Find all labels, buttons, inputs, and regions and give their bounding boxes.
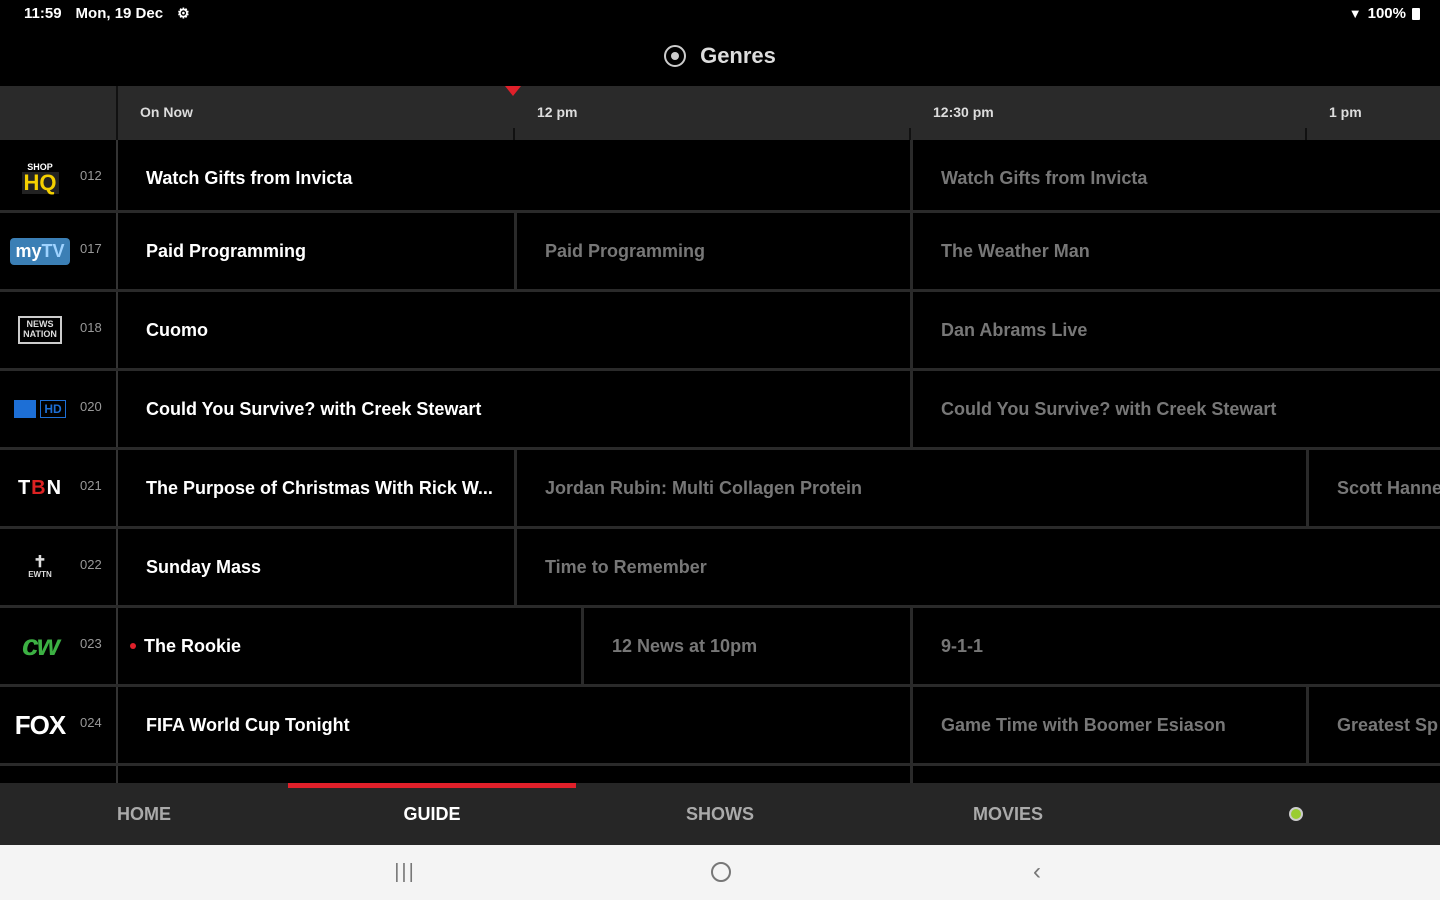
channel-number: 018	[80, 320, 102, 335]
channel-number: 022	[80, 557, 102, 572]
channel-row: ✝ EWTN 022 Sunday Mass Time to Remember	[0, 529, 1440, 605]
genres-icon[interactable]	[664, 45, 687, 67]
program-cell[interactable]: Watch Gifts from Invicta	[910, 140, 1440, 216]
program-cell[interactable]: Cuomo	[118, 292, 910, 368]
channel-logo-cw: cw	[21, 629, 60, 662]
tab-movies[interactable]: MOVIES	[864, 783, 1152, 845]
channel-number: 021	[80, 478, 102, 493]
channel-cell[interactable]: myTV 017	[0, 213, 118, 289]
channel-cell[interactable]: HD 020	[0, 371, 118, 447]
page-title[interactable]: Genres	[700, 43, 776, 69]
channel-row: cw 023 The Rookie 12 News at 10pm 9-1-1	[0, 608, 1440, 684]
channel-logo-hd: HD	[10, 387, 70, 431]
guide-grid: SHOP HQ 012 Watch Gifts from Invicta Wat…	[0, 140, 1440, 784]
tab-profile[interactable]	[1152, 783, 1440, 845]
tab-home[interactable]: HOME	[0, 783, 288, 845]
status-date: Mon, 19 Dec	[75, 5, 164, 22]
channel-number: 012	[80, 168, 102, 183]
channel-cell[interactable]: ✝ EWTN 022	[0, 529, 118, 605]
program-cell[interactable]: Watch Gifts from Invicta	[118, 140, 910, 216]
system-nav-bar: ||| ‹	[0, 845, 1440, 900]
channel-logo-ewtn: ✝ EWTN	[28, 554, 52, 579]
channel-row: NEWS NATION 018 Cuomo Dan Abrams Live	[0, 292, 1440, 368]
channel-row: HD 020 Could You Survive? with Creek Ste…	[0, 371, 1440, 447]
tab-label: GUIDE	[403, 803, 461, 824]
now-marker	[505, 86, 521, 96]
page-header: Genres	[0, 28, 1440, 84]
program-cell[interactable]: Time to Remember	[514, 529, 1440, 605]
tab-guide[interactable]: GUIDE	[288, 783, 576, 845]
time-slot-1230pm: 12:30 pm	[933, 104, 994, 120]
program-cell[interactable]: 12 News at 10pm	[581, 608, 910, 684]
program-cell[interactable]: Scott Hanne	[1306, 450, 1440, 526]
program-cell[interactable]: Paid Programming	[118, 213, 514, 289]
bottom-tab-bar: HOME GUIDE SHOWS MOVIES	[0, 783, 1440, 845]
channel-row: myTV 017 Paid Programming Paid Programmi…	[0, 213, 1440, 289]
tab-label: HOME	[117, 803, 171, 824]
program-cell[interactable]: Dan Abrams Live	[910, 292, 1440, 368]
time-bar: On Now 12 pm 12:30 pm 1 pm	[0, 86, 1440, 140]
channel-number: 020	[80, 399, 102, 414]
status-bar: 11:59 Mon, 19 Dec ⚙ ▼ 100%	[0, 0, 1440, 28]
tab-label: MOVIES	[972, 803, 1043, 824]
tab-label: SHOWS	[685, 803, 754, 824]
profile-icon	[1289, 807, 1303, 821]
time-tick	[1305, 128, 1307, 140]
home-button-icon[interactable]	[701, 857, 741, 887]
program-cell[interactable]	[118, 766, 910, 784]
time-tick	[909, 128, 911, 140]
time-bar-corner	[0, 86, 118, 140]
tab-shows[interactable]: SHOWS	[576, 783, 864, 845]
program-cell[interactable]: 9-1-1	[910, 608, 1440, 684]
channel-cell[interactable]: NEWS NATION 018	[0, 292, 118, 368]
active-tab-indicator	[288, 783, 576, 788]
program-title: The Rookie	[144, 635, 242, 656]
time-slot-1pm: 1 pm	[1329, 104, 1362, 120]
channel-number: 024	[80, 715, 102, 730]
program-cell[interactable]: Could You Survive? with Creek Stewart	[910, 371, 1440, 447]
battery-icon	[1412, 7, 1420, 20]
program-cell[interactable]: Game Time with Boomer Esiason	[910, 687, 1306, 763]
program-cell[interactable]: Greatest Sp	[1306, 687, 1440, 763]
channel-logo-shophq: SHOP HQ	[21, 161, 59, 195]
time-slot-12pm: 12 pm	[537, 104, 578, 120]
channel-row: FOX 024 FIFA World Cup Tonight Game Time…	[0, 687, 1440, 763]
program-cell[interactable]: FIFA World Cup Tonight	[118, 687, 910, 763]
channel-logo-fox: FOX	[14, 709, 66, 740]
channel-cell[interactable]: TBN 021	[0, 450, 118, 526]
channel-logo-tbn: TBN	[17, 476, 63, 499]
time-tick	[513, 128, 515, 140]
program-cell[interactable]: Sunday Mass	[118, 529, 514, 605]
program-cell[interactable]: The Weather Man	[910, 213, 1440, 289]
channel-row	[0, 766, 1440, 784]
channel-number: 017	[80, 241, 102, 256]
channel-cell[interactable]: FOX 024	[0, 687, 118, 763]
time-slot-on-now: On Now	[140, 104, 193, 120]
wifi-icon: ▼	[1348, 6, 1362, 21]
program-cell[interactable]: Paid Programming	[514, 213, 910, 289]
back-icon[interactable]: ‹	[1017, 857, 1057, 887]
recent-apps-icon[interactable]: |||	[385, 857, 425, 887]
channel-logo-newsnation: NEWS NATION	[10, 308, 70, 352]
settings-icon: ⚙	[177, 5, 190, 21]
program-cell[interactable]: The Rookie	[118, 608, 581, 684]
channel-cell[interactable]: SHOP HQ 012	[0, 140, 118, 216]
status-time: 11:59	[24, 5, 62, 22]
channel-row: SHOP HQ 012 Watch Gifts from Invicta Wat…	[0, 140, 1440, 216]
program-cell[interactable]	[910, 766, 1440, 784]
battery-level: 100%	[1367, 5, 1406, 22]
program-cell[interactable]: The Purpose of Christmas With Rick W...	[118, 450, 514, 526]
channel-cell[interactable]	[0, 766, 118, 784]
channel-row: TBN 021 The Purpose of Christmas With Ri…	[0, 450, 1440, 526]
channel-cell[interactable]: cw 023	[0, 608, 118, 684]
channel-number: 023	[80, 636, 102, 651]
channel-logo-mytv: myTV	[10, 229, 70, 273]
program-cell[interactable]: Jordan Rubin: Multi Collagen Protein	[514, 450, 1306, 526]
recording-dot-icon	[130, 643, 136, 649]
program-cell[interactable]: Could You Survive? with Creek Stewart	[118, 371, 910, 447]
